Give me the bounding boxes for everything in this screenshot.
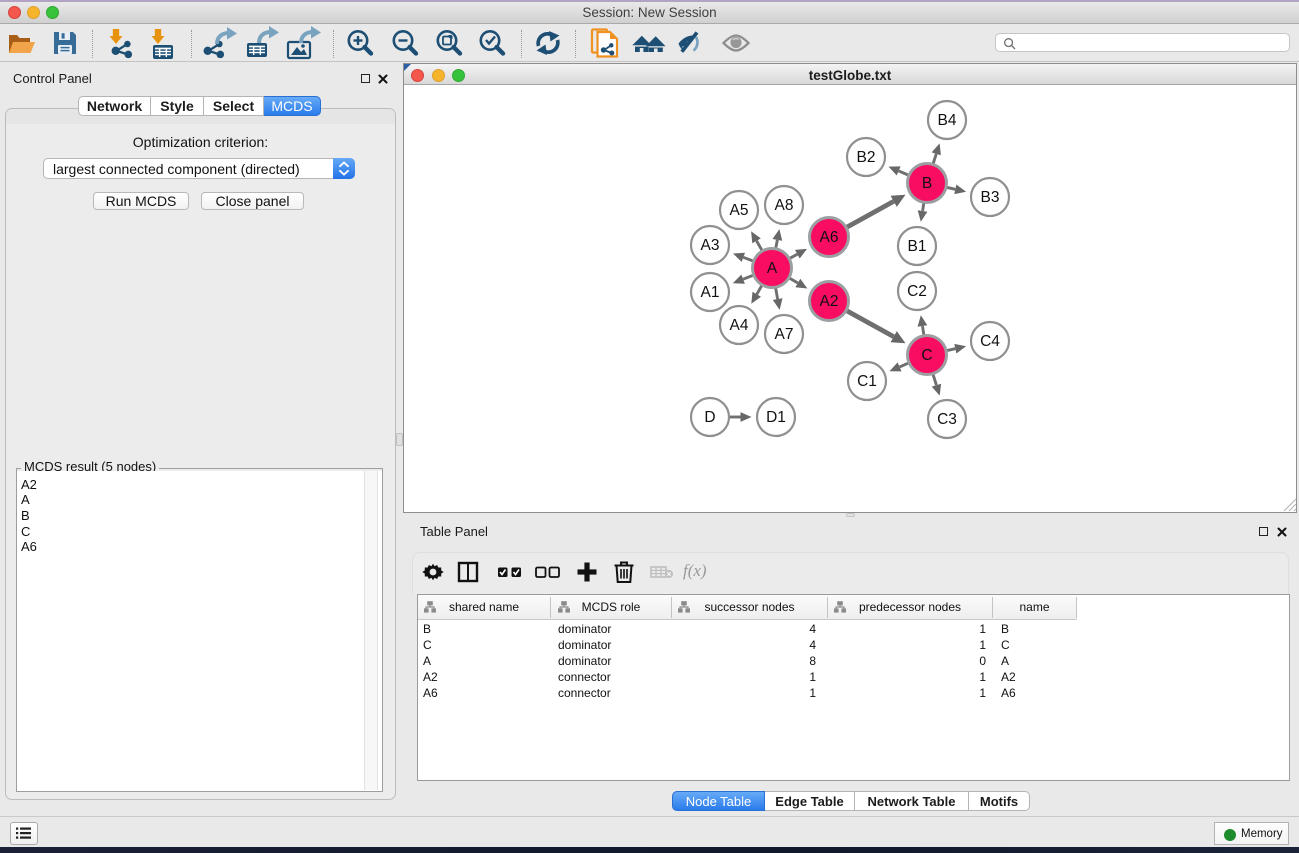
svg-text:A1: A1 (701, 284, 720, 301)
svg-text:A6: A6 (820, 229, 839, 246)
svg-text:D1: D1 (766, 409, 786, 426)
svg-text:A2: A2 (820, 293, 839, 310)
svg-text:A3: A3 (701, 237, 720, 254)
svg-text:C2: C2 (907, 283, 927, 300)
svg-text:A: A (767, 260, 778, 277)
svg-text:C: C (921, 347, 932, 364)
svg-text:B3: B3 (981, 189, 1000, 206)
svg-text:A8: A8 (775, 197, 794, 214)
svg-text:D: D (704, 409, 715, 426)
svg-text:C3: C3 (937, 411, 957, 428)
svg-text:B2: B2 (857, 149, 876, 166)
svg-text:A4: A4 (730, 317, 749, 334)
svg-text:B1: B1 (908, 238, 927, 255)
svg-text:A7: A7 (775, 326, 794, 343)
svg-text:C4: C4 (980, 333, 1000, 350)
svg-text:B4: B4 (938, 112, 957, 129)
svg-text:A5: A5 (730, 202, 749, 219)
svg-text:B: B (922, 175, 932, 192)
svg-text:C1: C1 (857, 373, 877, 390)
